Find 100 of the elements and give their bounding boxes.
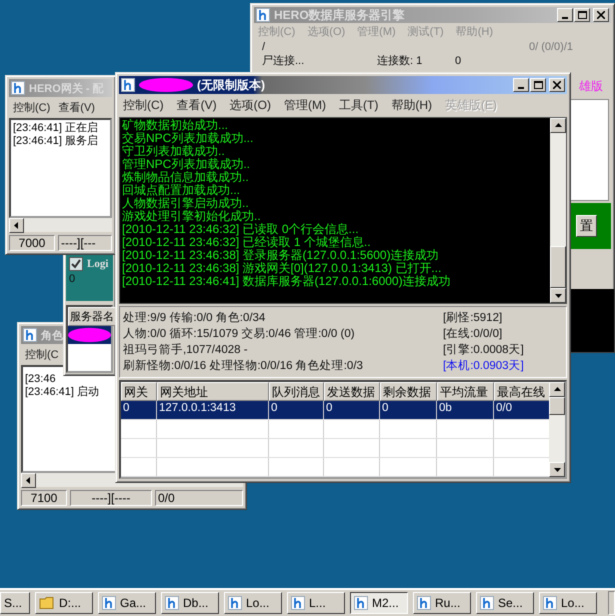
app-logo-icon xyxy=(102,596,116,610)
list-row[interactable] xyxy=(68,326,111,344)
close-icon xyxy=(597,11,605,19)
status-text: 尸连接... xyxy=(262,54,306,68)
system-tray xyxy=(608,591,615,615)
log-line: [2010-12-11 23:46:32] 已读取 0个行会信息... xyxy=(122,223,360,236)
table-cell: 127.0.0.1:3413 xyxy=(157,401,269,419)
app-logo-icon xyxy=(354,596,368,610)
close-icon xyxy=(553,81,561,89)
log-line: [2010-12-11 23:46:38] 登录服务器(127.0.0.1:5600)连接成功 xyxy=(122,249,440,262)
folder-icon xyxy=(39,596,55,610)
log-line: 人物数据引擎启动成功.. xyxy=(122,197,250,210)
window-title: HERO数据库服务器引擎 xyxy=(274,6,405,24)
scroll-up-button[interactable] xyxy=(550,118,566,133)
left-arrow-icon xyxy=(13,222,20,229)
status-field: 0/0 xyxy=(155,490,243,506)
table-cell: 0b xyxy=(437,401,494,419)
column-header[interactable]: 剩余数据 xyxy=(380,382,437,401)
minimize-button[interactable] xyxy=(513,78,529,92)
taskbar-button[interactable]: Lo... xyxy=(224,592,282,614)
down-arrow-icon xyxy=(554,292,562,299)
status-field: 7100 xyxy=(21,490,67,506)
stats-text: 祖玛弓箭手,1077/4028 - xyxy=(123,342,249,358)
table-cell: 0 xyxy=(380,401,437,419)
path-text: / xyxy=(262,40,266,54)
status-field: ----][---- xyxy=(70,490,152,506)
connections-extra-text: 0 xyxy=(455,54,462,68)
table-cell: 0 xyxy=(269,401,324,419)
app-logo-icon xyxy=(417,596,431,610)
window-title: (无限制版本) xyxy=(197,76,265,94)
taskbar-button[interactable]: D:... xyxy=(35,592,93,614)
settings-button[interactable]: 置 xyxy=(576,215,597,237)
taskbar-button[interactable]: S... xyxy=(0,592,30,614)
log-line: 交易NPC列表加载成功... xyxy=(122,132,254,145)
minimize-button[interactable] xyxy=(557,8,573,22)
column-header[interactable]: 队列消息 xyxy=(269,382,324,401)
scrollbar-thumb[interactable] xyxy=(550,246,566,288)
column-header[interactable]: 平均流量 xyxy=(437,382,494,401)
scroll-down-button[interactable] xyxy=(549,462,565,477)
menu-item[interactable]: 查看(V) xyxy=(176,97,217,114)
app-logo-icon xyxy=(11,81,25,95)
column-header[interactable]: 网关 xyxy=(121,382,157,401)
log-line: [2010-12-11 23:46:41] 数据库服务器(127.0.0.1:6000)连接成功 xyxy=(122,275,452,288)
scroll-down-button[interactable] xyxy=(550,288,566,303)
taskbar-button[interactable]: Ga... xyxy=(98,592,156,614)
up-arrow-icon xyxy=(554,386,560,393)
column-header: 服务器名 xyxy=(68,307,116,326)
log-line: [2010-12-11 23:46:38] 游戏网关[0](127.0.0.1:3413) 已打开... xyxy=(122,262,442,275)
menu-item[interactable]: 帮助(H) xyxy=(391,97,432,114)
log-line: 游戏处理引擎初始化成功.. xyxy=(122,210,262,223)
stats-text: 人物:0/0 循环:15/1079 交易:0/46 管理:0/0 (0) xyxy=(123,326,356,342)
log-line: 管理NPC列表加载成功.. xyxy=(122,158,252,171)
stats-text: 处理:9/9 传输:0/0 角色:0/34 xyxy=(123,310,266,326)
vertical-scrollbar[interactable] xyxy=(549,382,565,477)
log-line: [23:46 xyxy=(25,373,56,386)
checkbox-label: Logi xyxy=(87,258,108,270)
count-text: 0 xyxy=(69,273,76,285)
menu-item[interactable]: 查看(V) xyxy=(58,100,95,115)
counter-text: 0/ (0/0)/1 xyxy=(528,40,574,54)
menu-item[interactable]: 选项(O) xyxy=(230,97,271,114)
menu-item[interactable]: 管理(M) xyxy=(284,97,326,114)
scrollbar-thumb[interactable] xyxy=(549,397,565,415)
menu-item[interactable]: 工具(T) xyxy=(339,97,378,114)
status-field: ----][--- xyxy=(58,235,112,251)
scroll-left-button[interactable] xyxy=(9,218,24,233)
menu-item[interactable]: 控制(C) xyxy=(13,100,50,115)
taskbar-button[interactable]: Lo... xyxy=(539,592,597,614)
app-logo-icon xyxy=(121,78,135,92)
checkbox[interactable] xyxy=(69,257,83,271)
stats-text: [刷怪:5912] xyxy=(443,310,504,326)
close-button[interactable] xyxy=(549,78,565,92)
close-button[interactable] xyxy=(593,8,609,22)
table-row[interactable]: 0 127.0.0.1:3413 0 0 0 0b 0/0 xyxy=(121,401,549,420)
vertical-scrollbar[interactable] xyxy=(550,118,566,303)
column-header[interactable]: 发送数据 xyxy=(324,382,380,401)
maximize-button[interactable] xyxy=(530,78,546,92)
menu-item[interactable]: 控制(C) xyxy=(123,97,164,114)
taskbar-button[interactable]: L... xyxy=(287,592,345,614)
connections-text: 连接数: 1 xyxy=(377,54,424,68)
status-field: 7000 xyxy=(9,235,55,251)
stats-text: [在线:0/0/0] xyxy=(443,326,504,342)
table-cell: 0 xyxy=(121,401,157,419)
redaction-blot xyxy=(139,78,193,92)
down-arrow-icon xyxy=(554,466,560,473)
left-arrow-icon xyxy=(25,477,32,484)
maximize-icon xyxy=(534,81,542,89)
taskbar-button[interactable]: Db... xyxy=(161,592,219,614)
taskbar-button[interactable]: M2... xyxy=(350,592,408,614)
app-logo-icon xyxy=(228,596,242,610)
menu-item[interactable]: 控制(C xyxy=(25,347,59,362)
taskbar-button[interactable]: Ru... xyxy=(413,592,471,614)
scroll-up-button[interactable] xyxy=(549,382,565,397)
app-logo-icon xyxy=(23,328,37,342)
taskbar-button[interactable]: Se... xyxy=(476,592,534,614)
stats-text: [本机:0.0903天] xyxy=(443,358,525,374)
maximize-button[interactable] xyxy=(574,8,590,22)
column-header[interactable]: 网关地址 xyxy=(157,382,269,401)
log-line: [23:46:41] 正在启 xyxy=(13,122,98,134)
app-logo-icon xyxy=(480,596,494,610)
scroll-left-button[interactable] xyxy=(21,473,36,488)
